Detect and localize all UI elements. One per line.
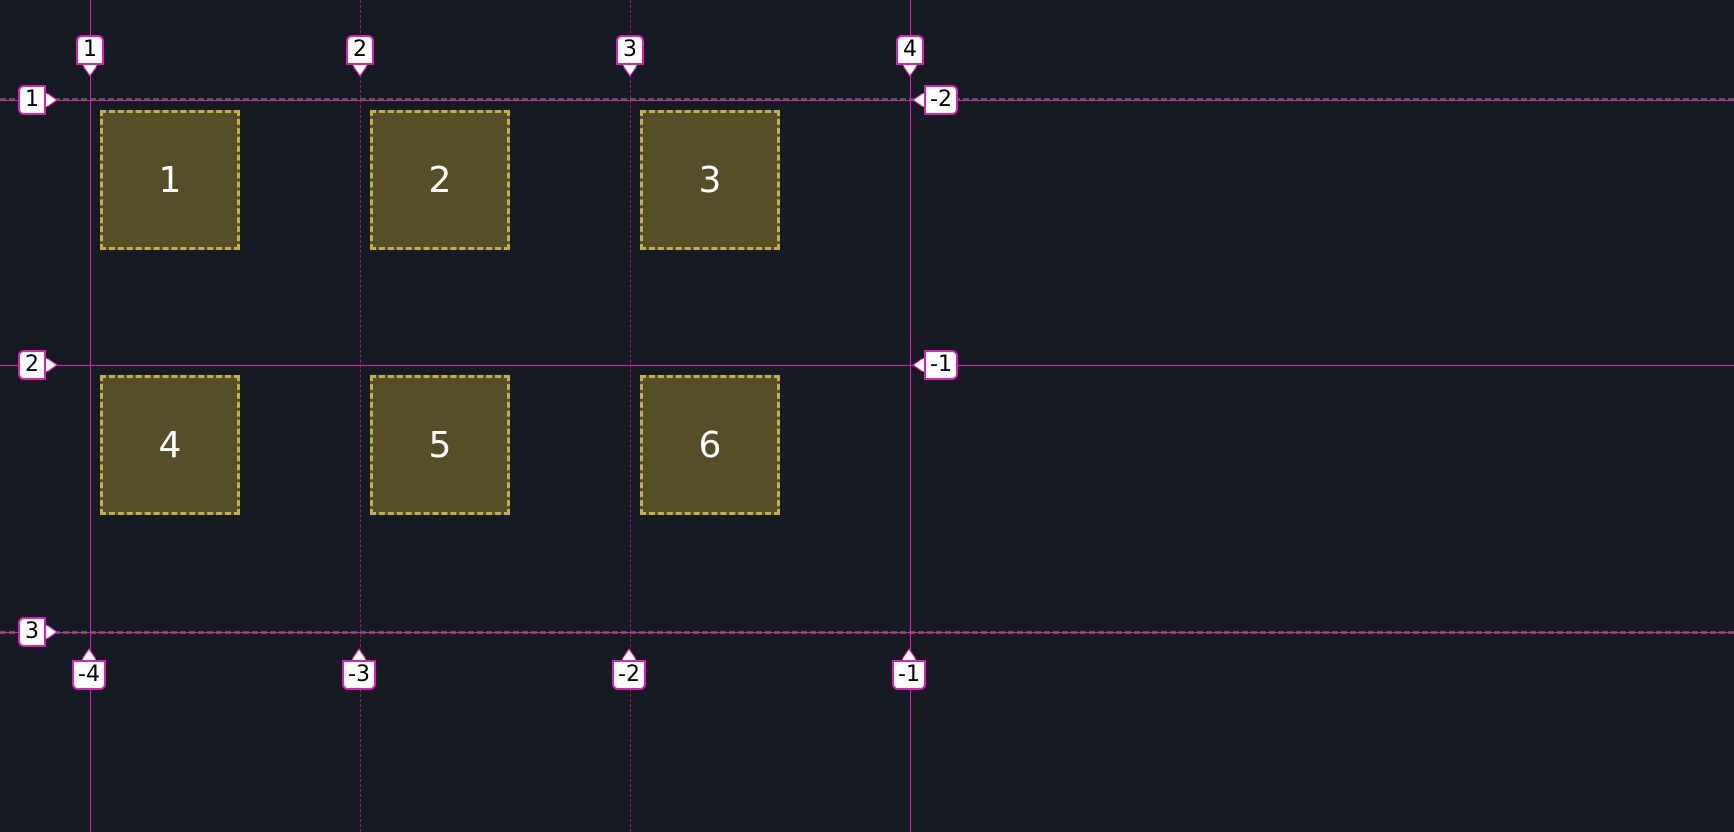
col-line-label-bottom: -2 (612, 660, 646, 690)
grid-item-label: 4 (159, 425, 182, 466)
grid-item-label: 1 (159, 160, 182, 201)
row-line-label-text: 3 (25, 621, 39, 643)
row-line-label-text: -1 (930, 354, 952, 376)
col-line-label-bottom: -1 (892, 660, 926, 690)
grid-item[interactable]: 3 (640, 110, 780, 250)
grid-track-outline (0, 98, 1734, 634)
col-line-label-bottom: -3 (342, 660, 376, 690)
col-line-label-text: -3 (348, 664, 370, 686)
grid-item[interactable]: 4 (100, 375, 240, 515)
row-line-label-text: 2 (25, 354, 39, 376)
col-line-label-text: 1 (83, 39, 97, 61)
grid-item[interactable]: 5 (370, 375, 510, 515)
row-line-label-left: 2 (18, 350, 46, 380)
col-line-label-text: -4 (78, 664, 100, 686)
grid-column-line-1 (90, 0, 91, 832)
col-line-label-bottom: -4 (72, 660, 106, 690)
grid-inspector-overlay: 1 2 3 4 -4 -3 -2 -1 1 2 3 -2 -1 1 2 3 4 5 6 (0, 0, 1734, 832)
row-line-label-right: -2 (924, 85, 958, 115)
grid-item[interactable]: 1 (100, 110, 240, 250)
grid-column-line-3 (630, 0, 631, 832)
col-line-label-top: 2 (346, 35, 374, 65)
col-line-label-top: 1 (76, 35, 104, 65)
grid-item-label: 2 (429, 160, 452, 201)
row-line-label-text: -2 (930, 89, 952, 111)
col-line-label-text: -1 (898, 664, 920, 686)
grid-row-line-3 (0, 632, 1734, 633)
grid-row-line-1 (0, 100, 1734, 101)
grid-column-line-2 (360, 0, 361, 832)
col-line-label-text: -2 (618, 664, 640, 686)
col-line-label-text: 4 (903, 39, 917, 61)
col-line-label-text: 2 (353, 39, 367, 61)
grid-item[interactable]: 6 (640, 375, 780, 515)
grid-item-label: 3 (699, 160, 722, 201)
row-line-label-right: -1 (924, 350, 958, 380)
grid-item-label: 6 (699, 425, 722, 466)
col-line-label-top: 3 (616, 35, 644, 65)
grid-item-label: 5 (429, 425, 452, 466)
grid-item[interactable]: 2 (370, 110, 510, 250)
col-line-label-text: 3 (623, 39, 637, 61)
row-line-label-left: 3 (18, 617, 46, 647)
row-line-label-left: 1 (18, 85, 46, 115)
grid-column-line-4 (910, 0, 911, 832)
grid-row-line-2 (0, 365, 1734, 366)
col-line-label-top: 4 (896, 35, 924, 65)
row-line-label-text: 1 (25, 89, 39, 111)
